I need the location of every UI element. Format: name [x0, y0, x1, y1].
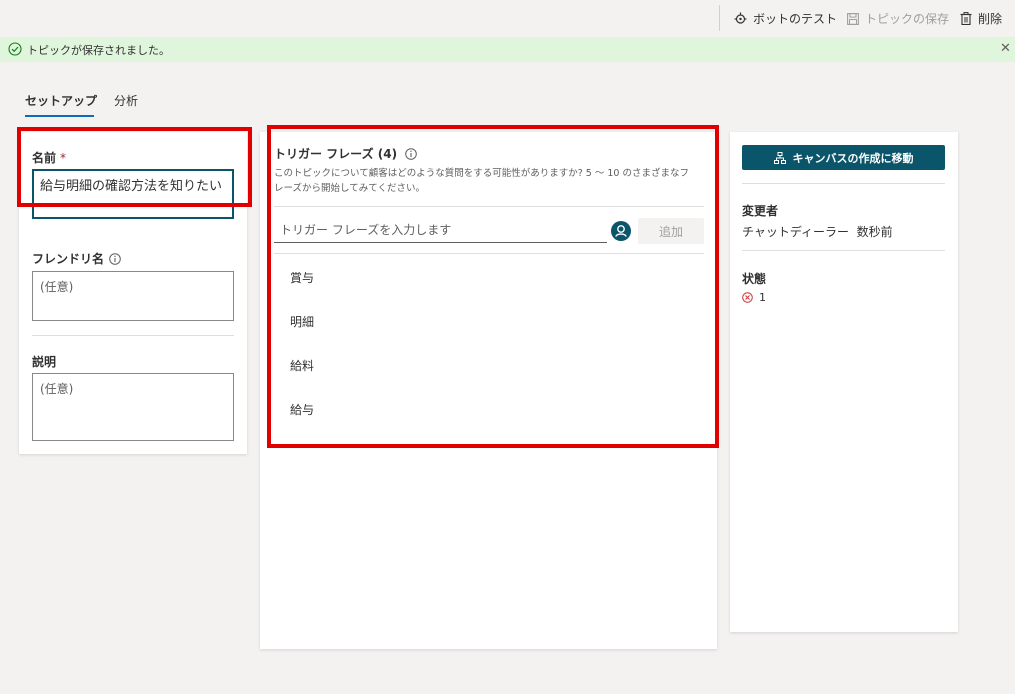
section-divider	[274, 206, 704, 207]
trigger-phrases-title: トリガー フレーズ (4)	[274, 145, 417, 162]
trigger-phrases-title-text: トリガー フレーズ (4)	[274, 147, 398, 161]
bot-icon	[734, 12, 747, 24]
save-topic-button[interactable]: トピックの保存	[847, 0, 949, 37]
info-icon[interactable]	[405, 147, 417, 160]
section-divider	[274, 253, 704, 254]
command-bar: ボットのテスト トピックの保存 削除	[0, 0, 1015, 37]
close-icon[interactable]: ✕	[1000, 41, 1011, 56]
description-label-text: 説明	[32, 355, 57, 369]
error-circle-icon	[742, 292, 753, 303]
checkmark-circle-icon	[8, 42, 22, 56]
name-input[interactable]: 給与明細の確認方法を知りたい	[32, 169, 234, 219]
active-tab-indicator	[25, 115, 94, 117]
info-icon[interactable]	[109, 252, 121, 265]
add-button-label: 追加	[658, 224, 683, 239]
trigger-phrase-item[interactable]: 賞与	[290, 269, 314, 286]
test-bot-button[interactable]: ボットのテスト	[734, 0, 837, 37]
modified-by-label: 変更者	[742, 202, 778, 219]
friendly-name-input[interactable]: (任意)	[32, 271, 234, 321]
trigger-phrase-input[interactable]: トリガー フレーズを入力します	[274, 218, 607, 243]
trash-icon	[960, 12, 972, 25]
delete-button[interactable]: 削除	[960, 0, 1002, 37]
name-label: 名前 *	[32, 149, 66, 166]
go-to-canvas-label: キャンバスの作成に移動	[792, 151, 914, 165]
hierarchy-icon	[773, 151, 786, 164]
status-label-text: 状態	[742, 272, 767, 286]
modified-by-label-text: 変更者	[742, 204, 779, 218]
error-status[interactable]: 1	[742, 291, 766, 304]
tab-analytics[interactable]: 分析	[114, 92, 138, 109]
trigger-phrases-card	[260, 132, 717, 649]
success-message-bar: トピックが保存されました。 ✕	[0, 37, 1015, 62]
section-divider	[742, 183, 945, 184]
error-count: 1	[759, 291, 766, 304]
trigger-description-line: レーズから開始してみてください。	[274, 183, 425, 194]
section-divider	[742, 250, 945, 251]
description-input[interactable]: (任意)	[32, 373, 234, 441]
friendly-name-label-text: フレンドリ名	[32, 252, 105, 266]
trigger-phrase-placeholder: トリガー フレーズを入力します	[280, 223, 452, 237]
test-bot-label: ボットのテスト	[753, 12, 838, 26]
success-message-text: トピックが保存されました。	[27, 44, 170, 57]
name-label-text: 名前	[32, 151, 57, 165]
required-mark: *	[60, 150, 67, 165]
trigger-description-line: このトピックについて顧客はどのような質問をする可能性がありますか? 5 ～ 10…	[274, 168, 689, 179]
description-label: 説明	[32, 353, 56, 370]
friendly-name-placeholder: (任意)	[40, 280, 74, 294]
modified-by-value: チャットディーラー 数秒前	[742, 225, 893, 239]
status-label: 状態	[742, 270, 766, 287]
save-icon	[847, 12, 859, 25]
section-divider	[32, 335, 234, 336]
trigger-phrase-item[interactable]: 給与	[290, 401, 314, 418]
tab-setup[interactable]: セットアップ	[25, 92, 97, 109]
add-button[interactable]: 追加	[638, 218, 704, 244]
delete-label: 削除	[978, 12, 1003, 26]
description-placeholder: (任意)	[40, 382, 74, 396]
trigger-phrase-item[interactable]: 給料	[290, 357, 314, 374]
friendly-name-label: フレンドリ名	[32, 250, 121, 267]
trigger-phrases-description: このトピックについて顧客はどのような質問をする可能性がありますか? 5 ～ 10…	[274, 166, 689, 196]
avatar-icon[interactable]	[611, 221, 631, 241]
toolbar-divider	[719, 5, 720, 31]
go-to-canvas-button[interactable]: キャンバスの作成に移動	[742, 145, 945, 170]
save-topic-label: トピックの保存	[865, 12, 950, 26]
trigger-phrase-item[interactable]: 明細	[290, 313, 314, 330]
name-input-value: 給与明細の確認方法を知りたい	[40, 179, 223, 194]
